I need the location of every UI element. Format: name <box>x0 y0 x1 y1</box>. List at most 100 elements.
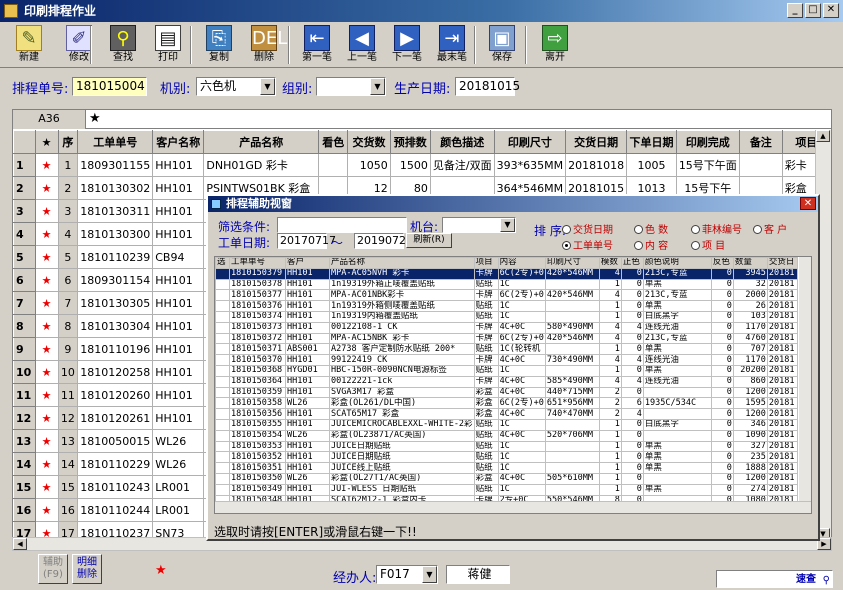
assist-cell[interactable]: WL26 <box>285 397 330 410</box>
assist-column-header[interactable]: 客户 <box>285 257 330 269</box>
assist-cell[interactable] <box>544 483 600 496</box>
assist-cell[interactable]: 20181 <box>766 462 798 474</box>
assist-cell[interactable]: 4 <box>620 354 644 366</box>
cell-cust[interactable]: HH101 <box>152 337 205 361</box>
assist-row[interactable]: 1810150351 HH101 JUICE线上贴纸 贴纸 1C 1 0 单黑 0 1888 201… <box>215 462 798 474</box>
chevron-down-icon[interactable]: ▼ <box>422 566 437 583</box>
assist-row[interactable]: 1810150349 HH101 JUI-WLESS 日期贴纸 贴纸 1C 1 0 单黑 0 27… <box>215 483 798 496</box>
assist-cell[interactable]: 1 <box>598 418 622 431</box>
magnifier-icon[interactable]: ⚲ <box>823 572 830 589</box>
assist-cell[interactable]: 0 <box>710 332 734 345</box>
column-header[interactable]: 工单单号 <box>77 130 154 154</box>
sort-option-radio[interactable]: 工单单号 <box>562 237 613 252</box>
column-header[interactable]: 颜色描述 <box>429 130 495 154</box>
assist-cell[interactable]: 20181 <box>766 429 798 442</box>
star-edit-field[interactable]: ★ <box>89 111 101 126</box>
assist-cell[interactable]: HH101 <box>285 408 330 420</box>
assist-cell[interactable]: 单黑 <box>642 300 712 312</box>
assist-cell[interactable]: 4C+0C <box>497 472 546 485</box>
assist-cell[interactable] <box>215 289 230 302</box>
assist-cell[interactable]: 4 <box>598 375 622 388</box>
assist-row[interactable]: 1810150354 WL26 彩盒(OL23871/AC英国) 贴纸 4C+0C 520… <box>215 429 798 442</box>
assist-row[interactable]: 1810150372 HH101 MPA-AC15NBK 彩卡 卡牌 6C(2专)+0 4… <box>215 332 798 345</box>
assist-cell[interactable]: 0 <box>710 300 734 312</box>
assist-cell[interactable]: 1170 <box>732 321 768 334</box>
assist-cell[interactable]: 0 <box>620 386 644 399</box>
assist-cell[interactable] <box>215 300 230 312</box>
assist-cell[interactable]: HYGD01 <box>285 364 330 377</box>
assist-cell[interactable]: 1 <box>598 429 622 442</box>
cell-look[interactable] <box>318 153 349 177</box>
toolbar-last-record-button[interactable]: ⇥ 最末笔 <box>431 24 473 66</box>
assist-cell[interactable]: HH101 <box>285 332 330 345</box>
assist-cell[interactable] <box>215 375 230 388</box>
cell-qty[interactable]: 1050 <box>347 153 391 177</box>
assist-cell[interactable]: JUICE日期贴纸 <box>329 440 475 453</box>
cell-pre[interactable]: 1500 <box>389 153 431 177</box>
chevron-down-icon[interactable]: ▼ <box>370 78 385 95</box>
assist-grid[interactable]: 选工单单号 客户 产品名称 项目 内容 印刷尺寸 模数 正色 颜色说明 反色 数量 交货日 181015… <box>214 256 812 514</box>
assist-cell[interactable]: 420*546MM <box>544 267 600 280</box>
assist-cell[interactable]: 505*610MM <box>544 472 600 485</box>
date-from-field[interactable]: 20170717 <box>277 233 336 249</box>
cell-size[interactable]: 393*635MM <box>493 153 567 177</box>
assist-row[interactable]: 1810150352 HH101 JUICE日期贴纸 贴纸 1C 1 0 单黑 0 235 2018… <box>215 451 798 464</box>
assist-cell[interactable]: 1810150374 <box>229 310 286 323</box>
cell-wo[interactable]: 1810130300 <box>77 222 154 246</box>
cell-cust[interactable]: WL26 <box>152 429 205 453</box>
assist-cell[interactable] <box>544 462 600 474</box>
column-header[interactable]: 交货数 <box>347 130 391 154</box>
assist-cell[interactable]: 4 <box>598 289 622 302</box>
assist-cell[interactable]: 99122419 CK <box>329 354 475 366</box>
assist-cell[interactable]: 0 <box>710 386 734 399</box>
assist-cell[interactable]: 0 <box>710 440 734 453</box>
assist-cell[interactable]: 1C <box>497 483 546 496</box>
cell-wo[interactable]: 1809301154 <box>77 268 154 292</box>
assist-cell[interactable]: 0 <box>620 440 644 453</box>
assist-cell[interactable]: 4 <box>598 321 622 334</box>
assist-row[interactable]: 1810150358 WL26 彩盒(OL261/DL中国) 彩盒 6C(2专)+0 65… <box>215 397 798 410</box>
assist-cell[interactable]: 1810150371 <box>229 343 286 356</box>
cell-wo[interactable]: 1810050015 <box>77 429 154 453</box>
assist-cell[interactable]: SCAT65M17 彩盒 <box>329 408 475 420</box>
assist-cell[interactable]: 1C <box>497 300 546 312</box>
assist-row[interactable]: 1810150353 HH101 JUICE日期贴纸 贴纸 1C 1 0 单黑 0 327 2018… <box>215 440 798 453</box>
cell-cust[interactable]: CB94 <box>152 245 205 269</box>
assist-row[interactable]: 1810150355 HH101 JUICEMICROCABLEXXL-WHITE-… <box>215 418 798 431</box>
assist-cell[interactable]: 1810150364 <box>229 375 286 388</box>
assist-cell[interactable]: 1810150358 <box>229 397 286 410</box>
assist-cell[interactable]: 0 <box>710 289 734 302</box>
assist-cell[interactable] <box>215 354 230 366</box>
assist-cell[interactable]: 26 <box>732 300 768 312</box>
assist-column-header[interactable]: 交货日 <box>766 257 798 269</box>
assist-cell[interactable]: 20181 <box>766 483 798 496</box>
assist-cell[interactable]: 贴纸 <box>473 278 499 291</box>
assist-cell[interactable]: 0 <box>710 397 734 410</box>
assist-cell[interactable]: 1810150377 <box>229 289 286 302</box>
assist-cell[interactable] <box>642 429 712 442</box>
assist-cell[interactable] <box>215 343 230 356</box>
assist-cell[interactable]: 20181 <box>766 397 798 410</box>
assist-row[interactable]: 1810150377 HH101 MPA-AC01NBK彩卡 卡牌 6C(2专)+0 42… <box>215 289 798 302</box>
assist-cell[interactable]: 00122221-1ck <box>329 375 475 388</box>
dialog-close-button[interactable]: ✕ <box>800 197 816 210</box>
assist-cell[interactable]: 0 <box>620 462 644 474</box>
assist-cell[interactable]: HH101 <box>285 310 330 323</box>
assist-cell[interactable]: 103 <box>732 310 768 323</box>
assist-cell[interactable]: 1C <box>497 310 546 323</box>
cell-cust[interactable]: HH101 <box>152 360 205 384</box>
column-header[interactable]: 序 <box>57 130 79 154</box>
toolbar-save-button[interactable]: ▣ 保存 <box>481 24 523 66</box>
assist-cell[interactable]: 213C,专蓝 <box>642 289 712 302</box>
toolbar-new-doc-button[interactable]: ✎ 新建 <box>8 24 50 66</box>
assist-cell[interactable]: 0 <box>620 451 644 464</box>
sort-option-radio[interactable]: 内 容 <box>634 237 668 252</box>
assist-cell[interactable]: 1 <box>598 278 622 291</box>
assist-cell[interactable]: WL26 <box>285 472 330 485</box>
assist-cell[interactable]: 1C <box>497 451 546 464</box>
assist-cell[interactable]: 1090 <box>732 429 768 442</box>
assist-cell[interactable]: 20181 <box>766 300 798 312</box>
assist-cell[interactable]: JUICE线上贴纸 <box>329 462 475 474</box>
cell-wo[interactable]: 1810110196 <box>77 337 154 361</box>
cell-due[interactable]: 20181018 <box>565 153 628 177</box>
